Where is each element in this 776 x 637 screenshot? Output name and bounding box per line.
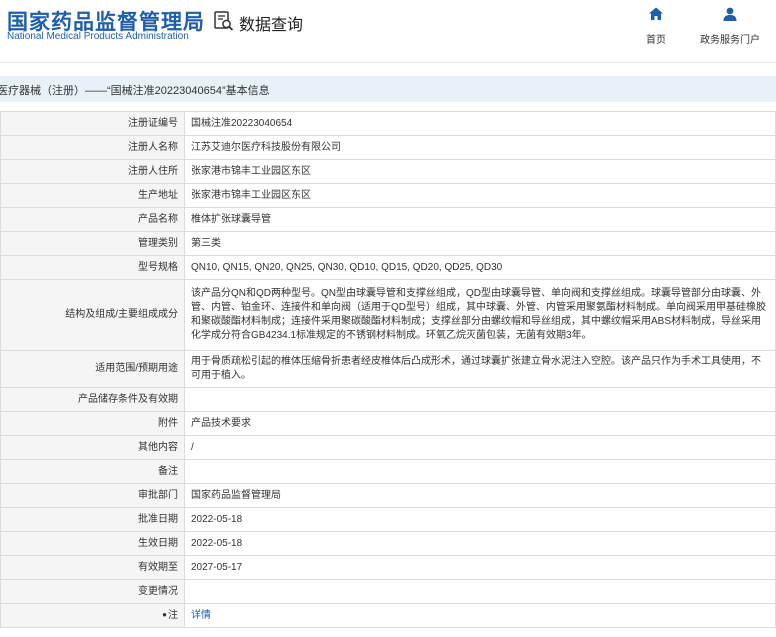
data-query-title: 数据查询 — [213, 10, 303, 36]
table-row: 注册人名称 江苏艾迪尔医疗科技股份有限公司 — [0, 135, 776, 160]
note-label-cell: ●注 — [0, 603, 185, 628]
table-row: 批准日期 2022-05-18 — [0, 507, 776, 532]
field-value: 张家港市锦丰工业园区东区 — [184, 159, 776, 184]
field-label: 生效日期 — [0, 531, 185, 556]
field-value: QN10, QN15, QN20, QN25, QN30, QD10, QD15… — [184, 255, 776, 280]
registration-info-table: 注册证编号 国械注准20223040654 注册人名称 江苏艾迪尔医疗科技股份有… — [0, 111, 776, 628]
search-document-icon — [213, 10, 235, 37]
field-label: 有效期至 — [0, 555, 185, 580]
field-label: 注 — [168, 610, 178, 621]
user-icon — [722, 6, 738, 27]
table-row: 产品储存条件及有效期 — [0, 387, 776, 412]
org-name-en[interactable]: National Medical Products Administration — [7, 31, 189, 42]
field-label: 其他内容 — [0, 435, 185, 460]
field-label: 产品名称 — [0, 207, 185, 232]
field-value: 国械注准20223040654 — [184, 111, 776, 136]
field-value — [184, 459, 776, 484]
query-title-label: 数据查询 — [239, 17, 304, 34]
field-value: 产品技术要求 — [184, 411, 776, 436]
field-value: 2027-05-17 — [184, 555, 776, 580]
table-row: 附件 产品技术要求 — [0, 411, 776, 436]
field-value: 张家港市锦丰工业园区东区 — [184, 183, 776, 208]
field-label: 管理类别 — [0, 231, 185, 256]
table-row: 生产地址 张家港市锦丰工业园区东区 — [0, 183, 776, 208]
field-value: 2022-05-18 — [184, 507, 776, 532]
field-label: 适用范围/预期用途 — [0, 350, 185, 388]
table-row: 有效期至 2027-05-17 — [0, 555, 776, 580]
nav-service-portal[interactable]: 政务服务门户 — [700, 6, 760, 46]
field-label: 审批部门 — [0, 483, 185, 508]
table-row: 生效日期 2022-05-18 — [0, 531, 776, 556]
table-row: 产品名称 椎体扩张球囊导管 — [0, 207, 776, 232]
table-row: ●注 详情 — [0, 603, 776, 628]
pin-icon: ● — [162, 610, 167, 619]
note-value-cell: 详情 — [184, 603, 776, 628]
nav-home-label: 首页 — [646, 35, 666, 46]
field-label: 生产地址 — [0, 183, 185, 208]
table-row: 注册证编号 国械注准20223040654 — [0, 111, 776, 136]
field-label: 附件 — [0, 411, 185, 436]
field-label: 产品储存条件及有效期 — [0, 387, 185, 412]
field-label: 备注 — [0, 459, 185, 484]
nav-service-portal-label: 政务服务门户 — [700, 35, 760, 46]
field-value: 国家药品监督管理局 — [184, 483, 776, 508]
field-value: / — [184, 435, 776, 460]
field-value — [184, 579, 776, 604]
field-value: 2022-05-18 — [184, 531, 776, 556]
home-icon — [648, 6, 664, 27]
breadcrumb: 医疗器械（注册）——“国械注准20223040654”基本信息 — [0, 76, 776, 102]
breadcrumb-text: 医疗器械（注册）——“国械注准20223040654”基本信息 — [0, 85, 270, 97]
table-row: 注册人住所 张家港市锦丰工业园区东区 — [0, 159, 776, 184]
table-row: 管理类别 第三类 — [0, 231, 776, 256]
site-header: 国家药品监督管理局 National Medical Products Admi… — [0, 0, 776, 52]
table-row: 适用范围/预期用途 用于骨质疏松引起的椎体压缩骨折患者经皮椎体后凸成形术，通过球… — [0, 350, 776, 388]
table-row: 审批部门 国家药品监督管理局 — [0, 483, 776, 508]
field-value: 该产品分QN和QD两种型号。QN型由球囊导管和支撑丝组成，QD型由球囊导管、单向… — [184, 279, 776, 351]
table-row: 变更情况 — [0, 579, 776, 604]
field-label: 注册人名称 — [0, 135, 185, 160]
field-value: 第三类 — [184, 231, 776, 256]
field-value: 用于骨质疏松引起的椎体压缩骨折患者经皮椎体后凸成形术，通过球囊扩张建立骨水泥注入… — [184, 350, 776, 388]
detail-link[interactable]: 详情 — [191, 610, 211, 621]
nav-home[interactable]: 首页 — [646, 6, 666, 46]
field-label: 型号规格 — [0, 255, 185, 280]
field-value: 江苏艾迪尔医疗科技股份有限公司 — [184, 135, 776, 160]
field-label: 注册人住所 — [0, 159, 185, 184]
table-row: 备注 — [0, 459, 776, 484]
table-row: 其他内容 / — [0, 435, 776, 460]
field-label: 结构及组成/主要组成成分 — [0, 279, 185, 351]
header-divider — [0, 62, 776, 63]
field-value: 椎体扩张球囊导管 — [184, 207, 776, 232]
field-value — [184, 387, 776, 412]
field-label: 注册证编号 — [0, 111, 185, 136]
table-row: 结构及组成/主要组成成分 该产品分QN和QD两种型号。QN型由球囊导管和支撑丝组… — [0, 279, 776, 351]
table-row: 型号规格 QN10, QN15, QN20, QN25, QN30, QD10,… — [0, 255, 776, 280]
field-label: 批准日期 — [0, 507, 185, 532]
field-label: 变更情况 — [0, 579, 185, 604]
